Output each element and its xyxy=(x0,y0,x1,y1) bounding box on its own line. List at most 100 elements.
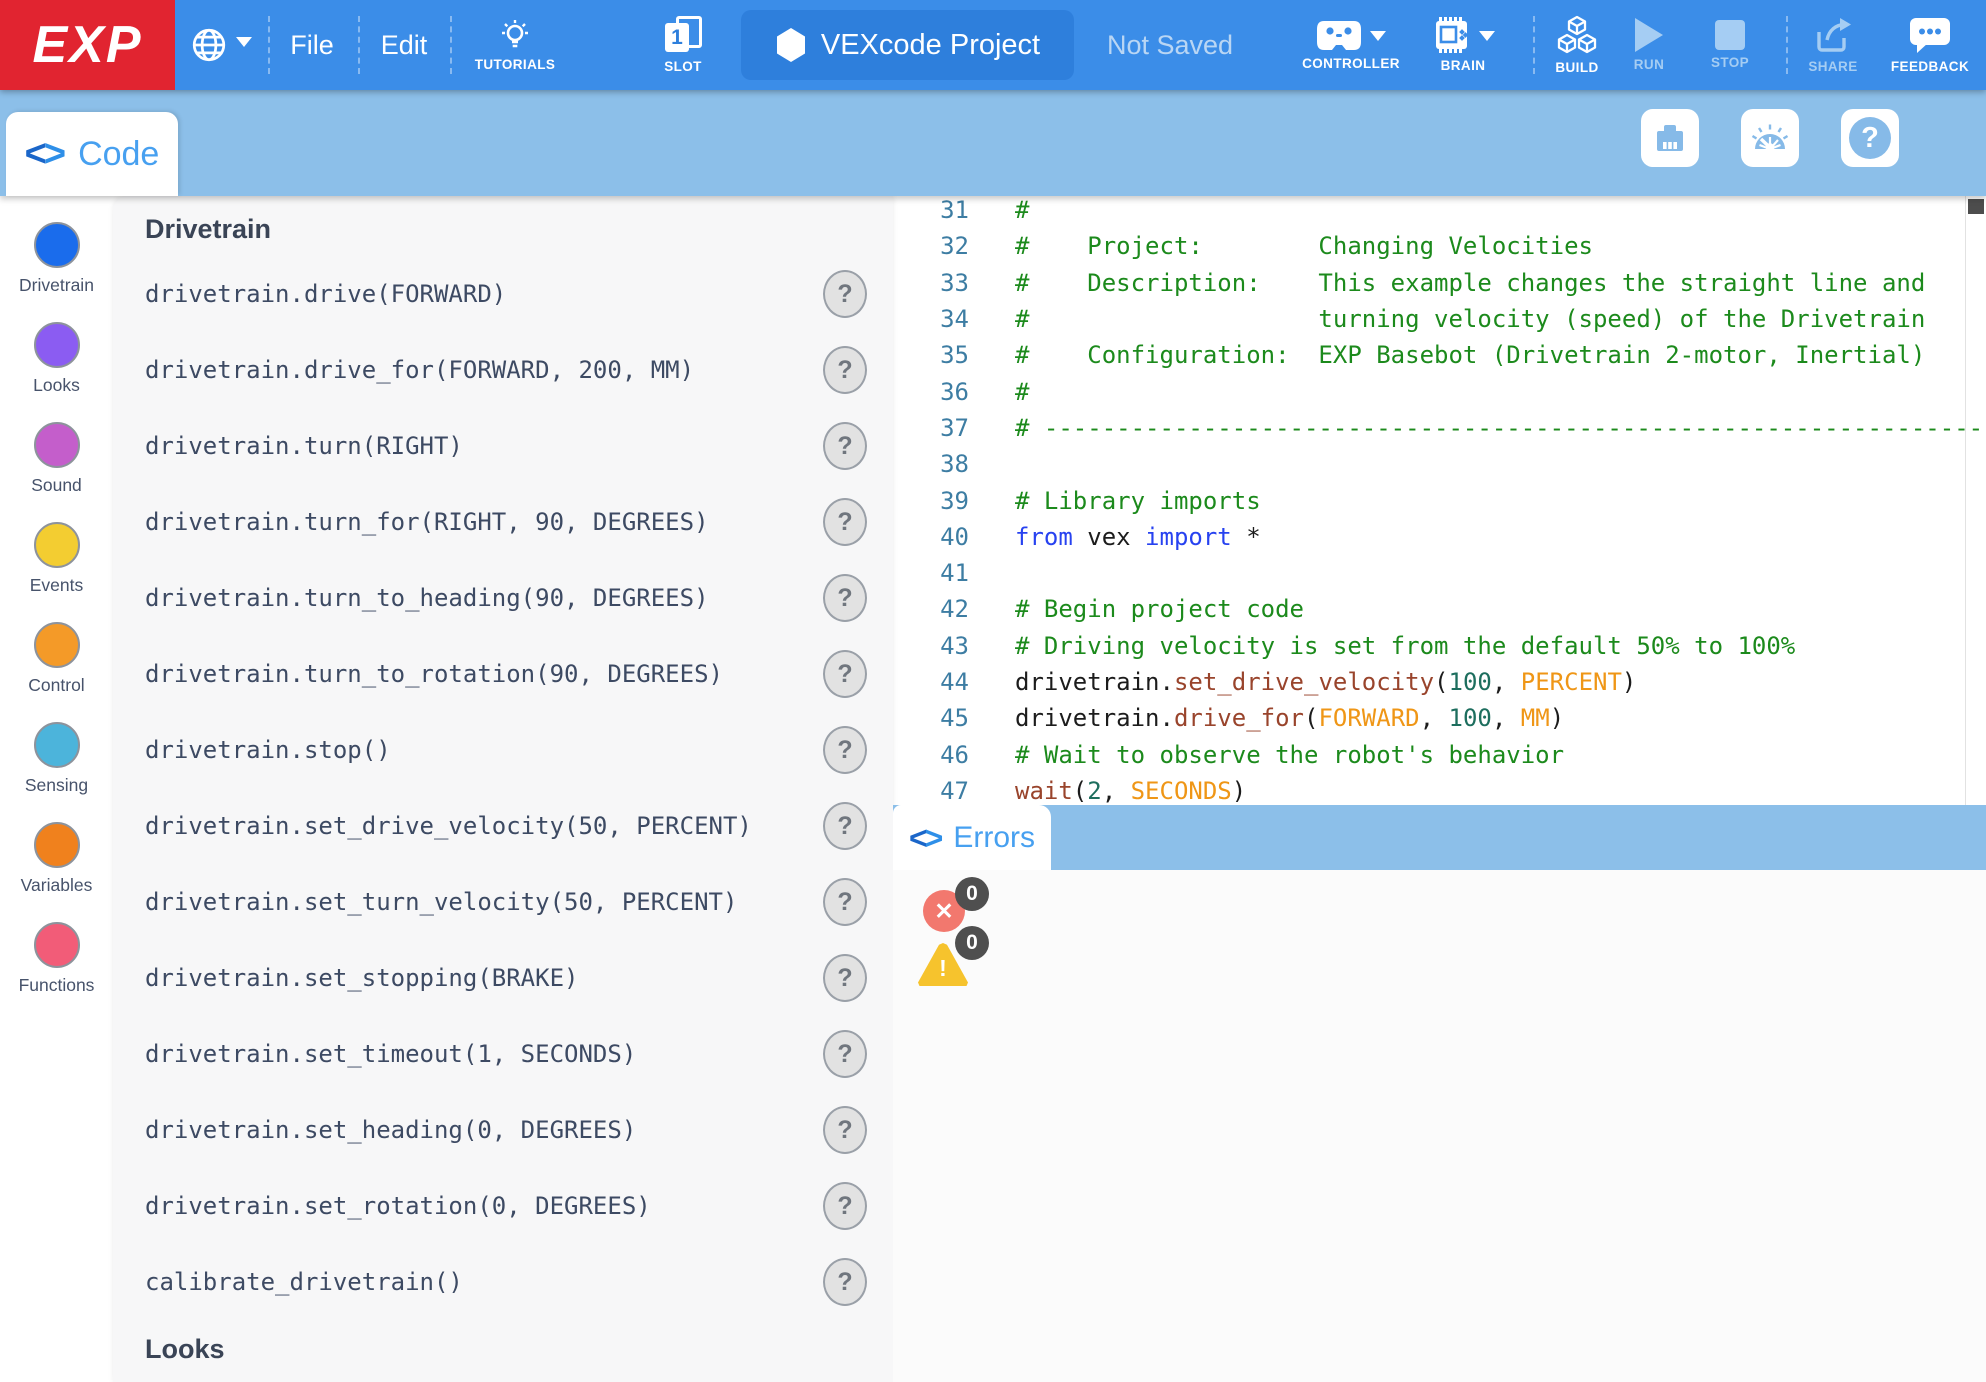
command-row[interactable]: drivetrain.set_timeout(1, SECONDS) ? xyxy=(113,1016,893,1092)
tab-code[interactable]: <> Code xyxy=(6,112,178,196)
command-row[interactable]: drivetrain.turn_to_rotation(90, DEGREES)… xyxy=(113,636,893,712)
category-color-dot[interactable] xyxy=(34,422,80,468)
command-text[interactable]: drivetrain.set_stopping(BRAKE) xyxy=(145,964,578,992)
code-line-text: # Library imports xyxy=(969,487,1261,515)
code-line[interactable]: 42 # Begin project code xyxy=(893,591,1986,627)
code-line[interactable]: 36 # xyxy=(893,373,1986,409)
command-row[interactable]: drivetrain.turn_for(RIGHT, 90, DEGREES) … xyxy=(113,484,893,560)
tab-errors[interactable]: <> Errors xyxy=(893,805,1051,870)
command-help-button[interactable]: ? xyxy=(823,1030,867,1078)
slot-button[interactable]: 1 SLOT xyxy=(630,0,736,90)
feedback-button[interactable]: FEEDBACK xyxy=(1880,0,1980,90)
command-row[interactable]: drivetrain.turn(RIGHT) ? xyxy=(113,408,893,484)
code-line[interactable]: 44 drivetrain.set_drive_velocity(100, PE… xyxy=(893,664,1986,700)
command-row[interactable]: calibrate_drivetrain() ? xyxy=(113,1244,893,1320)
sidebar-category[interactable]: Functions xyxy=(0,896,113,996)
line-number: 33 xyxy=(893,269,969,297)
feedback-chat-icon xyxy=(1908,16,1952,54)
code-editor[interactable]: 31 # 32 # Project: Changing Velocities 3… xyxy=(893,196,1986,805)
file-menu[interactable]: File xyxy=(272,0,352,90)
code-line[interactable]: 40 from vex import * xyxy=(893,519,1986,555)
code-line[interactable]: 39 # Library imports xyxy=(893,482,1986,518)
stop-button[interactable]: STOP xyxy=(1697,0,1763,90)
command-text[interactable]: drivetrain.set_turn_velocity(50, PERCENT… xyxy=(145,888,737,916)
code-line[interactable]: 35 # Configuration: EXP Basebot (Drivetr… xyxy=(893,337,1986,373)
code-line[interactable]: 31 # xyxy=(893,196,1986,228)
category-color-dot[interactable] xyxy=(34,522,80,568)
command-text[interactable]: drivetrain.drive(FORWARD) xyxy=(145,280,506,308)
category-color-dot[interactable] xyxy=(34,922,80,968)
controller-button[interactable]: CONTROLLER xyxy=(1290,0,1412,90)
code-line[interactable]: 45 drivetrain.drive_for(FORWARD, 100, MM… xyxy=(893,700,1986,736)
help-button[interactable]: ? xyxy=(1841,109,1899,167)
command-row[interactable]: drivetrain.set_rotation(0, DEGREES) ? xyxy=(113,1168,893,1244)
command-row[interactable]: drivetrain.stop() ? xyxy=(113,712,893,788)
run-button[interactable]: RUN xyxy=(1617,0,1681,90)
code-line[interactable]: 32 # Project: Changing Velocities xyxy=(893,228,1986,264)
command-text[interactable]: drivetrain.turn_to_rotation(90, DEGREES) xyxy=(145,660,723,688)
sidebar-category[interactable]: Sensing xyxy=(0,696,113,796)
sidebar-category[interactable]: Events xyxy=(0,496,113,596)
command-text[interactable]: calibrate_drivetrain() xyxy=(145,1268,463,1296)
command-text[interactable]: drivetrain.set_heading(0, DEGREES) xyxy=(145,1116,636,1144)
command-help-button[interactable]: ? xyxy=(823,650,867,698)
command-help-button[interactable]: ? xyxy=(823,1258,867,1306)
command-text[interactable]: drivetrain.set_drive_velocity(50, PERCEN… xyxy=(145,812,752,840)
code-line[interactable]: 34 # turning velocity (speed) of the Dri… xyxy=(893,301,1986,337)
sidebar-category[interactable]: Looks xyxy=(0,296,113,396)
code-line[interactable]: 33 # Description: This example changes t… xyxy=(893,265,1986,301)
edit-menu[interactable]: Edit xyxy=(364,0,444,90)
sidebar-category[interactable]: Control xyxy=(0,596,113,696)
command-text[interactable]: drivetrain.turn_for(RIGHT, 90, DEGREES) xyxy=(145,508,709,536)
command-row[interactable]: drivetrain.set_turn_velocity(50, PERCENT… xyxy=(113,864,893,940)
command-help-button[interactable]: ? xyxy=(823,498,867,546)
code-line[interactable]: 38 xyxy=(893,446,1986,482)
code-line[interactable]: 47 wait(2, SECONDS) xyxy=(893,773,1986,805)
command-text[interactable]: drivetrain.turn_to_heading(90, DEGREES) xyxy=(145,584,709,612)
save-status: Not Saved xyxy=(1090,0,1250,90)
command-row[interactable]: drivetrain.drive_for(FORWARD, 200, MM) ? xyxy=(113,332,893,408)
brain-button[interactable]: BRAIN xyxy=(1412,0,1514,90)
command-text[interactable]: drivetrain.stop() xyxy=(145,736,391,764)
category-color-dot[interactable] xyxy=(34,222,80,268)
command-text[interactable]: drivetrain.set_rotation(0, DEGREES) xyxy=(145,1192,651,1220)
command-help-button[interactable]: ? xyxy=(823,1106,867,1154)
command-help-button[interactable]: ? xyxy=(823,878,867,926)
command-row[interactable]: drivetrain.drive(FORWARD) ? xyxy=(113,256,893,332)
dashboard-button[interactable] xyxy=(1741,109,1799,167)
code-line[interactable]: 37 # -----------------------------------… xyxy=(893,410,1986,446)
command-help-button[interactable]: ? xyxy=(823,954,867,1002)
line-number: 37 xyxy=(893,414,969,442)
sidebar-category[interactable]: Drivetrain xyxy=(0,196,113,296)
command-text[interactable]: drivetrain.drive_for(FORWARD, 200, MM) xyxy=(145,356,694,384)
command-help-button[interactable]: ? xyxy=(823,422,867,470)
command-help-button[interactable]: ? xyxy=(823,802,867,850)
code-line[interactable]: 46 # Wait to observe the robot's behavio… xyxy=(893,736,1986,772)
command-help-button[interactable]: ? xyxy=(823,346,867,394)
code-line-text: # Begin project code xyxy=(969,595,1304,623)
command-row[interactable]: drivetrain.set_stopping(BRAKE) ? xyxy=(113,940,893,1016)
command-row[interactable]: drivetrain.set_drive_velocity(50, PERCEN… xyxy=(113,788,893,864)
command-text[interactable]: drivetrain.turn(RIGHT) xyxy=(145,432,463,460)
category-color-dot[interactable] xyxy=(34,322,80,368)
project-name-button[interactable]: VEXcode Project xyxy=(741,10,1074,80)
build-button[interactable]: BUILD xyxy=(1543,0,1611,90)
command-row[interactable]: drivetrain.set_heading(0, DEGREES) ? xyxy=(113,1092,893,1168)
command-help-button[interactable]: ? xyxy=(823,574,867,622)
command-help-button[interactable]: ? xyxy=(823,726,867,774)
code-line[interactable]: 43 # Driving velocity is set from the de… xyxy=(893,628,1986,664)
tutorials-button[interactable]: TUTORIALS xyxy=(462,0,568,90)
category-color-dot[interactable] xyxy=(34,822,80,868)
code-line[interactable]: 41 xyxy=(893,555,1986,591)
category-color-dot[interactable] xyxy=(34,722,80,768)
language-menu[interactable] xyxy=(180,0,262,90)
command-row[interactable]: drivetrain.turn_to_heading(90, DEGREES) … xyxy=(113,560,893,636)
command-text[interactable]: drivetrain.set_timeout(1, SECONDS) xyxy=(145,1040,636,1068)
sidebar-category[interactable]: Variables xyxy=(0,796,113,896)
category-color-dot[interactable] xyxy=(34,622,80,668)
command-help-button[interactable]: ? xyxy=(823,1182,867,1230)
sidebar-category[interactable]: Sound xyxy=(0,396,113,496)
command-help-button[interactable]: ? xyxy=(823,270,867,318)
share-button[interactable]: SHARE xyxy=(1797,0,1869,90)
device-manager-button[interactable] xyxy=(1641,109,1699,167)
